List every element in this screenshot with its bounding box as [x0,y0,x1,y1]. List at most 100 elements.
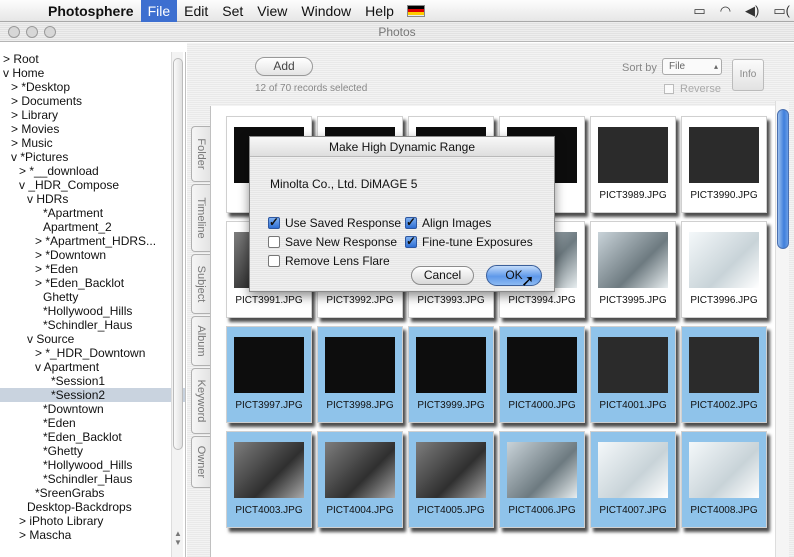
tree-item[interactable]: > *Desktop [0,80,185,94]
tab-timeline[interactable]: Timeline [191,184,210,252]
tree-item[interactable]: v _HDR_Compose [0,178,185,192]
sidebar-scrollbar[interactable]: ▲ ▼ [171,52,183,557]
cancel-button[interactable]: Cancel [411,266,474,285]
reverse-checkbox[interactable] [664,84,674,94]
volume-icon[interactable]: ◀) [745,3,759,19]
tab-folder[interactable]: Folder [191,126,210,182]
tree-item[interactable]: *Session1 [0,374,185,388]
tree-item[interactable]: > *Downtown [0,248,185,262]
thumbnail[interactable]: PICT3989.JPG [590,116,676,213]
grid-scrollbar[interactable] [775,101,789,557]
tree-item[interactable]: *SreenGrabs [0,486,185,500]
tab-owner[interactable]: Owner [191,436,210,488]
tree-item[interactable]: *Eden_Backlot [0,430,185,444]
tree-item[interactable]: Desktop-Backdrops [0,500,185,514]
use-saved-response-option[interactable]: Use Saved Response [268,215,401,230]
tree-item[interactable]: *Ghetty [0,444,185,458]
tree-item[interactable]: *Apartment [0,206,185,220]
align-images-option[interactable]: Align Images [405,215,491,230]
thumbnail-filename: PICT3996.JPG [690,295,758,306]
tree-item[interactable]: Apartment_2 [0,220,185,234]
thumbnail[interactable]: PICT4001.JPG [590,326,676,423]
sort-select[interactable]: File ▴ [662,58,722,75]
menu-edit[interactable]: Edit [177,0,215,22]
menu-view[interactable]: View [250,0,294,22]
save-new-response-option[interactable]: Save New Response [268,235,397,249]
menu-help[interactable]: Help [358,0,401,22]
tree-item[interactable]: > iPhoto Library [0,514,185,528]
tree-item[interactable]: > *__download [0,164,185,178]
save-new-response-checkbox[interactable] [268,236,280,248]
window-title-bar: Photos [0,22,794,42]
menu-file[interactable]: File [140,0,178,22]
scroll-arrows-icon[interactable]: ▲ ▼ [174,529,182,547]
tab-subject[interactable]: Subject [191,254,210,314]
thumbnail[interactable]: PICT4000.JPG [499,326,585,423]
thumbnail[interactable]: PICT3990.JPG [681,116,767,213]
tree-item[interactable]: > Music [0,136,185,150]
tree-item[interactable]: v Home [0,66,185,80]
thumbnail[interactable]: PICT4003.JPG [226,431,312,528]
thumbnail[interactable]: PICT3996.JPG [681,221,767,318]
thumbnail[interactable]: PICT3997.JPG [226,326,312,423]
use-saved-response-checkbox[interactable] [268,215,280,229]
thumbnail[interactable]: PICT3995.JPG [590,221,676,318]
grid-scroll-thumb[interactable] [777,109,789,249]
thumbnail[interactable]: PICT4006.JPG [499,431,585,528]
sidebar-scroll-thumb[interactable] [173,58,183,450]
window-title: Photos [378,25,416,39]
thumbnail[interactable]: PICT4005.JPG [408,431,494,528]
thumbnail-filename: PICT4005.JPG [417,505,485,516]
language-flag-icon[interactable] [406,4,425,17]
app-menu[interactable]: Photosphere [44,0,141,22]
fine-tune-exposures-option[interactable]: Fine-tune Exposures [405,234,533,249]
tree-item[interactable]: > Root [0,52,185,66]
thumbnail[interactable]: PICT3998.JPG [317,326,403,423]
tree-item[interactable]: > *_HDR_Downtown [0,346,185,360]
info-button[interactable]: Info [732,59,764,91]
tree-item[interactable]: *Schindler_Haus [0,318,185,332]
tree-item[interactable]: > Movies [0,122,185,136]
thumbnail[interactable]: PICT4004.JPG [317,431,403,528]
thumbnail[interactable]: PICT4007.JPG [590,431,676,528]
menu-bar: Photosphere File Edit Set View Window He… [0,0,794,22]
tree-item[interactable]: v *Pictures [0,150,185,164]
mouse-cursor-icon: ➚ [521,273,535,290]
reverse-option[interactable]: Reverse [664,83,721,95]
thumbnail-image [689,127,759,183]
tree-item[interactable]: > *Eden_Backlot [0,276,185,290]
tree-item[interactable]: > Library [0,108,185,122]
tree-item[interactable]: *Schindler_Haus [0,472,185,486]
tree-item[interactable]: *Eden [0,416,185,430]
remove-lens-flare-checkbox[interactable] [268,255,280,267]
thumbnail[interactable]: PICT4002.JPG [681,326,767,423]
thumbnail[interactable]: PICT4008.JPG [681,431,767,528]
tree-item[interactable]: *Session2 [0,388,185,402]
menu-set[interactable]: Set [215,0,250,22]
add-button[interactable]: Add [255,57,313,76]
tab-keyword[interactable]: Keyword [191,368,210,434]
tree-item[interactable]: *Hollywood_Hills [0,304,185,318]
remove-lens-flare-option[interactable]: Remove Lens Flare [268,254,390,268]
tree-item[interactable]: > Documents [0,94,185,108]
thumbnail[interactable]: PICT3999.JPG [408,326,494,423]
fine-tune-exposures-checkbox[interactable] [405,234,417,248]
tree-item[interactable]: v HDRs [0,192,185,206]
tree-item[interactable]: Ghetty [0,290,185,304]
folder-tree: > Root v Home > *Desktop > Documents > Libra… [0,52,186,557]
remove-lens-flare-label: Remove Lens Flare [285,254,390,268]
tab-album[interactable]: Album [191,316,210,366]
tree-item[interactable]: *Hollywood_Hills [0,458,185,472]
menu-window[interactable]: Window [294,0,358,22]
align-images-checkbox[interactable] [405,215,417,229]
tree-item[interactable]: > Mascha [0,528,185,542]
tree-item[interactable]: *Downtown [0,402,185,416]
display-icon[interactable]: ▭ [693,3,705,19]
tree-item[interactable]: > *Eden [0,262,185,276]
tree-item[interactable]: v Source [0,332,185,346]
tree-item[interactable]: v Apartment [0,360,185,374]
wifi-icon[interactable]: ◠ [720,3,731,19]
thumbnail-image [416,442,486,498]
tree-item[interactable]: > *Apartment_HDRS... [0,234,185,248]
battery-icon[interactable]: ▭( [773,3,790,19]
